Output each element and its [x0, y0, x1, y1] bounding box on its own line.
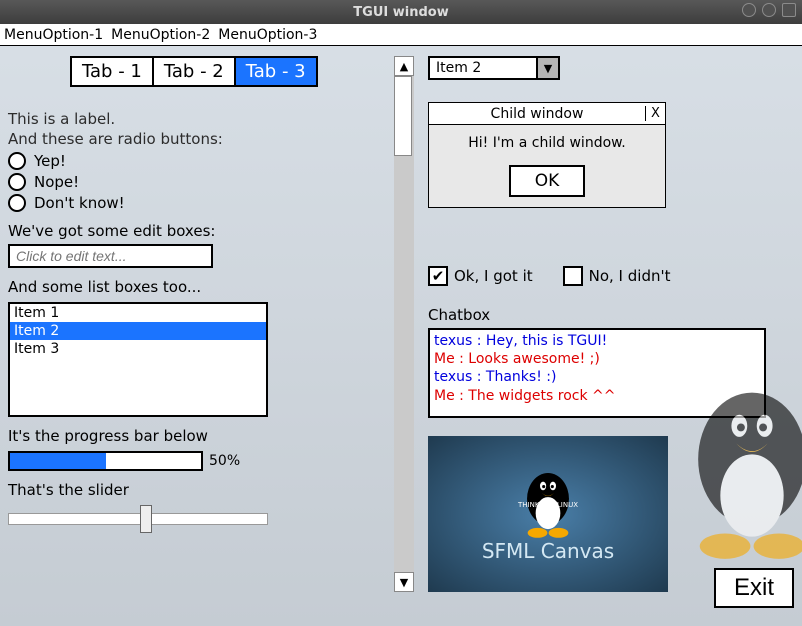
- maximize-icon[interactable]: [762, 3, 776, 17]
- edit-input[interactable]: [8, 244, 213, 268]
- checkbox-icon: [563, 266, 583, 286]
- menubar: MenuOption-1 MenuOption-2 MenuOption-3: [0, 24, 802, 46]
- progress-bar: [8, 451, 203, 471]
- radio-label: Don't know!: [34, 194, 125, 212]
- radio-label: Nope!: [34, 173, 79, 191]
- slider[interactable]: [8, 505, 268, 533]
- slider-label: That's the slider: [8, 481, 378, 499]
- radio-icon: [8, 173, 26, 191]
- child-window: Child window X Hi! I'm a child window. O…: [428, 102, 666, 208]
- editbox-label: We've got some edit boxes:: [8, 222, 378, 240]
- window-body: MenuOption-1 MenuOption-2 MenuOption-3 T…: [0, 24, 802, 626]
- combo-value: Item 2: [430, 60, 536, 76]
- close-window-icon[interactable]: [782, 3, 796, 17]
- menu-item[interactable]: MenuOption-2: [111, 27, 210, 43]
- sfml-canvas: THINKLINUX SFML Canvas: [428, 436, 668, 592]
- child-window-title: Child window: [429, 106, 645, 122]
- scroll-up-icon[interactable]: ▲: [394, 56, 414, 76]
- window-title: TGUI window: [353, 5, 448, 20]
- tux-icon: THINKLINUX: [516, 465, 580, 539]
- tab-1[interactable]: Tab - 1: [70, 56, 154, 87]
- chat-line: texus : Hey, this is TGUI!: [434, 332, 760, 350]
- checkbox-no[interactable]: No, I didn't: [563, 266, 671, 286]
- child-window-text: Hi! I'm a child window.: [468, 135, 626, 151]
- checkbox-label: Ok, I got it: [454, 267, 533, 285]
- scrollbar[interactable]: ▲ ▼: [394, 56, 414, 592]
- tab-bar: Tab - 1 Tab - 2 Tab - 3: [70, 56, 318, 87]
- list-item[interactable]: Item 3: [10, 340, 266, 358]
- list-item[interactable]: Item 1: [10, 304, 266, 322]
- scroll-thumb[interactable]: [394, 76, 412, 156]
- radio-yep[interactable]: Yep!: [8, 152, 378, 170]
- tab-2[interactable]: Tab - 2: [152, 56, 236, 87]
- scroll-track[interactable]: [394, 76, 414, 572]
- radio-nope[interactable]: Nope!: [8, 173, 378, 191]
- radio-icon: [8, 194, 26, 212]
- progress-text: 50%: [209, 453, 240, 469]
- listbox[interactable]: Item 1 Item 2 Item 3: [8, 302, 268, 417]
- menu-item[interactable]: MenuOption-1: [4, 27, 103, 43]
- checkbox-icon: ✔: [428, 266, 448, 286]
- label-text: This is a label.: [8, 110, 378, 128]
- scroll-down-icon[interactable]: ▼: [394, 572, 414, 592]
- radio-label: Yep!: [34, 152, 66, 170]
- child-close-button[interactable]: X: [645, 106, 665, 121]
- radio-dontknow[interactable]: Don't know!: [8, 194, 378, 212]
- chevron-down-icon[interactable]: ▼: [536, 58, 558, 78]
- checkbox-ok[interactable]: ✔ Ok, I got it: [428, 266, 533, 286]
- chat-line: Me : Looks awesome! ;): [434, 350, 760, 368]
- radio-intro: And these are radio buttons:: [8, 130, 378, 148]
- menu-item[interactable]: MenuOption-3: [218, 27, 317, 43]
- canvas-label: SFML Canvas: [482, 539, 614, 563]
- radio-icon: [8, 152, 26, 170]
- listbox-label: And some list boxes too...: [8, 278, 378, 296]
- minimize-icon[interactable]: [742, 3, 756, 17]
- slider-thumb[interactable]: [140, 505, 152, 533]
- progress-label: It's the progress bar below: [8, 427, 378, 445]
- chatbox-label: Chatbox: [428, 306, 490, 324]
- list-item[interactable]: Item 2: [10, 322, 266, 340]
- combobox[interactable]: Item 2 ▼: [428, 56, 560, 80]
- exit-button[interactable]: Exit: [714, 568, 794, 608]
- checkbox-label: No, I didn't: [589, 267, 671, 285]
- tux-background-icon: [672, 372, 802, 566]
- window-titlebar: TGUI window: [0, 0, 802, 24]
- tab-3[interactable]: Tab - 3: [234, 56, 318, 87]
- ok-button[interactable]: OK: [509, 165, 586, 197]
